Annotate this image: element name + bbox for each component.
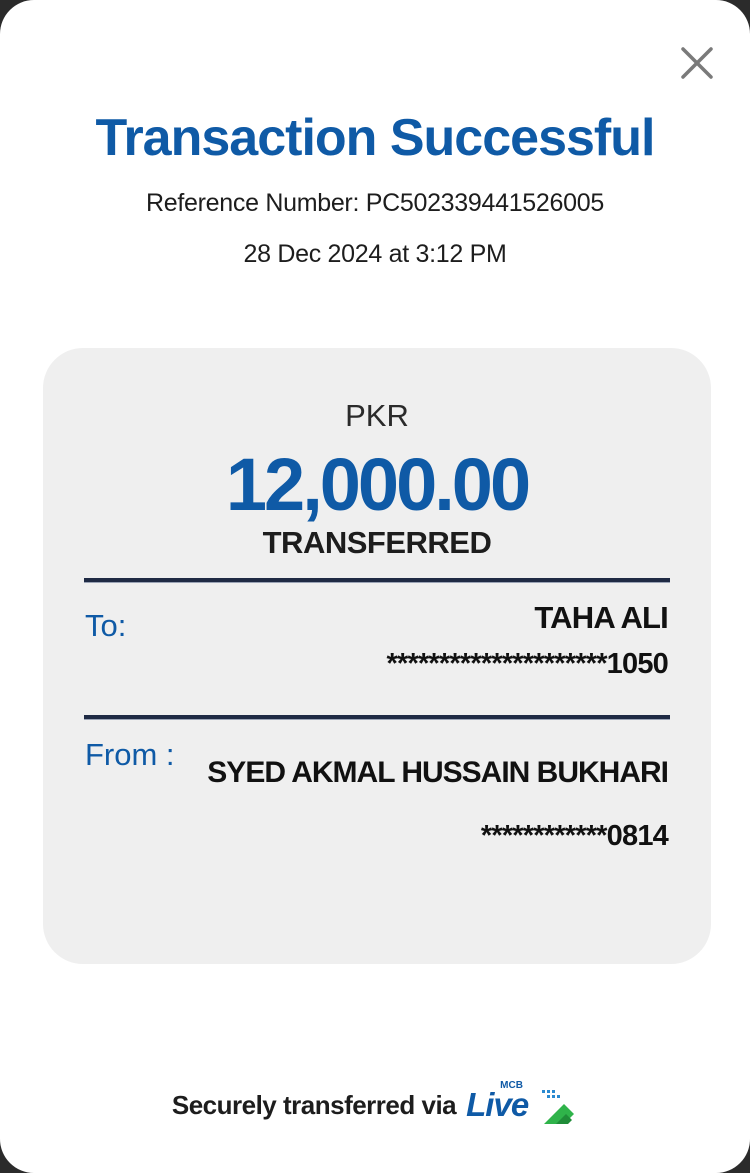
divider xyxy=(84,715,670,720)
to-label: To: xyxy=(85,608,127,643)
divider xyxy=(84,578,670,583)
recipient-account: *********************1050 xyxy=(386,648,668,680)
footer-text: Securely transferred via xyxy=(171,1089,457,1120)
mcb-live-logo: MCB Live xyxy=(466,1080,578,1130)
transfer-details-card: PKR 12,000.00 TRANSFERRED To: TAHA ALI *… xyxy=(43,348,711,964)
from-label: From : xyxy=(85,737,175,772)
transaction-datetime: 28 Dec 2024 at 3:12 PM xyxy=(243,240,507,268)
reference-number: Reference Number: PC502339441526005 xyxy=(146,189,604,217)
receipt-sheet: Transaction Successful Reference Number:… xyxy=(0,0,750,1173)
currency-label: PKR xyxy=(345,398,409,433)
brand-word: Live xyxy=(466,1086,529,1123)
footer: Securely transferred via MCB Live xyxy=(0,1080,750,1130)
transfer-status: TRANSFERRED xyxy=(262,525,492,560)
transfer-amount: 12,000.00 xyxy=(225,443,531,526)
page-title: Transaction Successful xyxy=(95,109,656,167)
sender-name: SYED AKMAL HUSSAIN BUKHARI xyxy=(207,756,669,789)
sender-account: ************0814 xyxy=(480,820,669,852)
arrow-logo-icon xyxy=(542,1090,575,1124)
close-icon[interactable] xyxy=(678,44,716,82)
recipient-name: TAHA ALI xyxy=(534,600,668,635)
